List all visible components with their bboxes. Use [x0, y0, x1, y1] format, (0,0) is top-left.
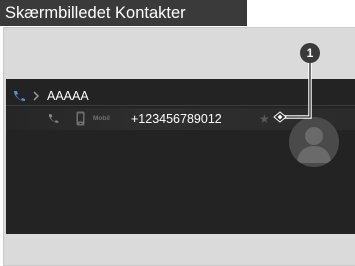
star-icon[interactable]: ★ [259, 110, 270, 128]
mobile-phone-icon [76, 111, 85, 126]
phone-icon [48, 114, 59, 123]
contact-row[interactable]: AAAAA [6, 87, 355, 105]
callout-badge: 1 [300, 43, 320, 63]
chevron-right-icon [33, 91, 40, 101]
contact-name: AAAAA [47, 89, 89, 103]
person-avatar-icon [289, 117, 339, 167]
phone-number: +123456789012 [131, 112, 222, 126]
phone-icon [14, 91, 25, 101]
page-title: Skærmbilledet Kontakter [0, 0, 247, 26]
number-type-label: Mobil [93, 115, 110, 122]
row-divider [6, 105, 355, 106]
contacts-screen: AAAAA Mobil +123456789012 ★ [6, 79, 355, 234]
